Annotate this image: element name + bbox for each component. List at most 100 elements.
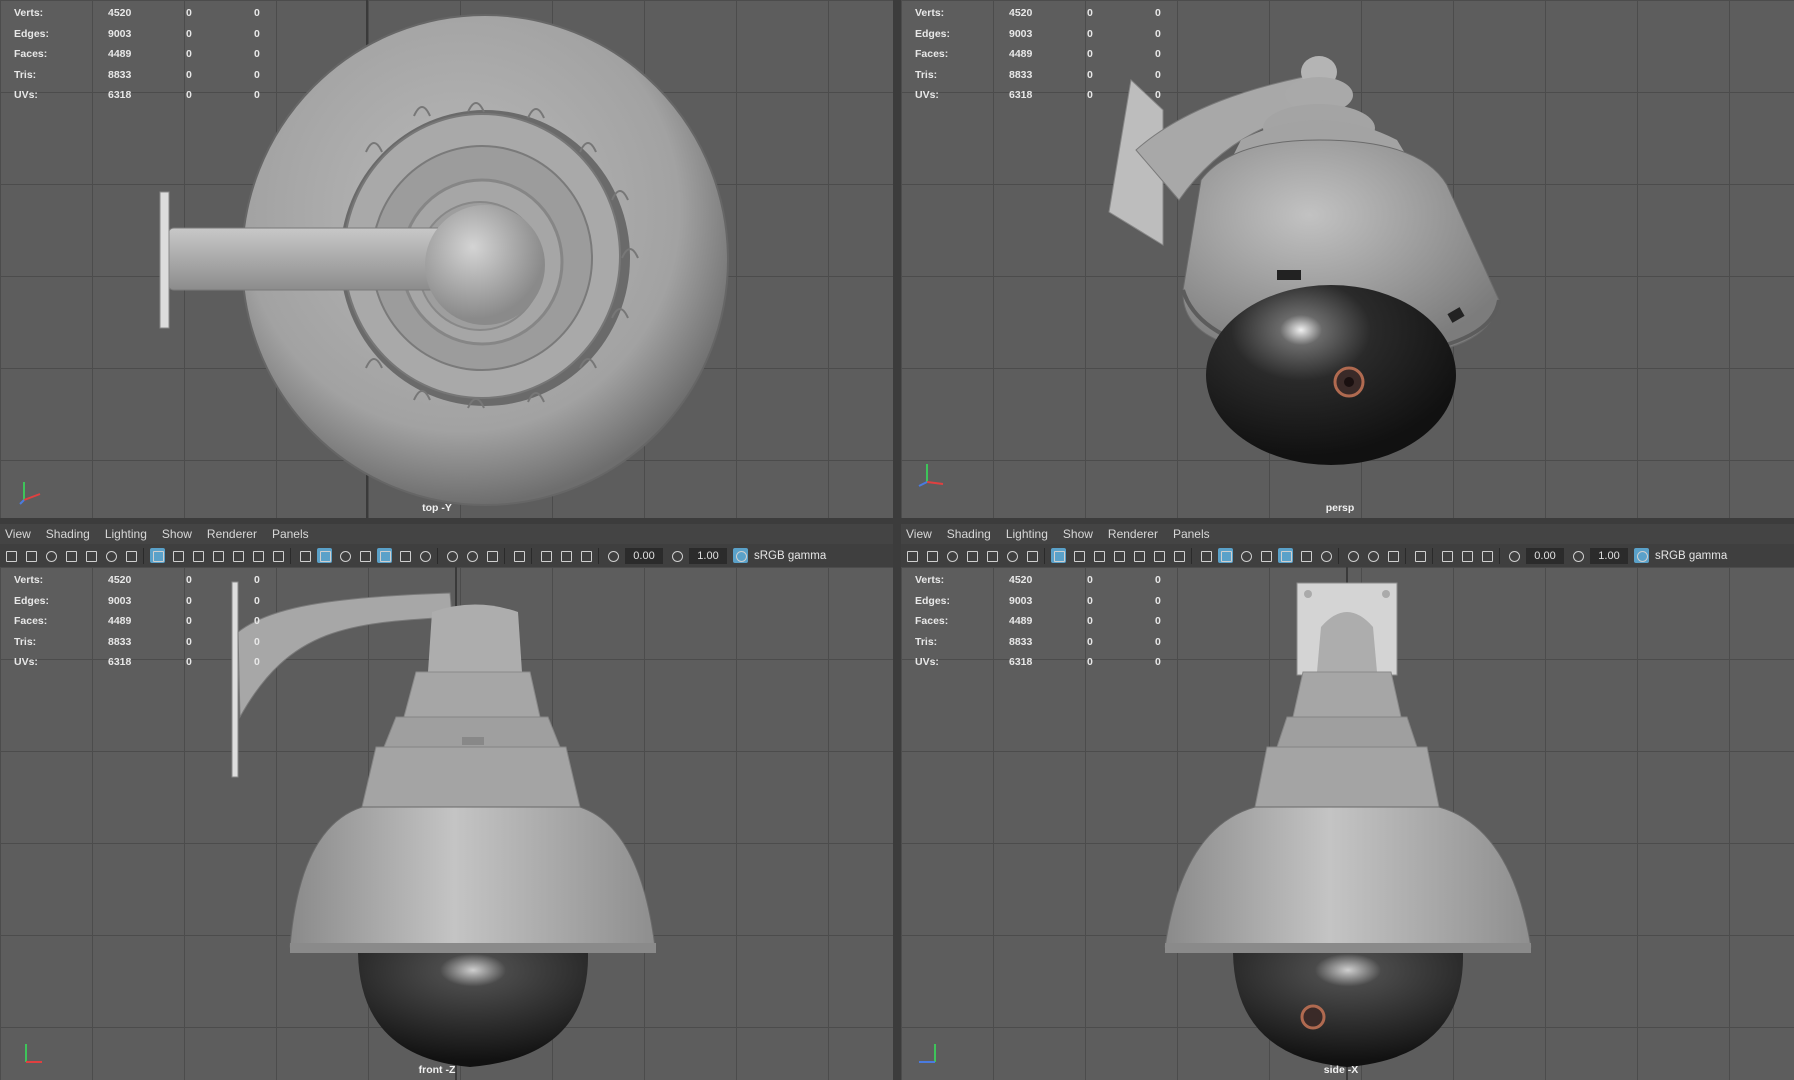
default-material-icon[interactable] [1238, 548, 1253, 563]
wireframe-icon[interactable] [1198, 548, 1213, 563]
wireframe-on-shaded-icon[interactable] [357, 548, 372, 563]
hud-label: Tris: [915, 635, 938, 648]
menu-show[interactable]: Show [1063, 527, 1093, 541]
resolution-gate-icon[interactable] [190, 548, 205, 563]
menu-view[interactable]: View [5, 527, 31, 541]
camera-attributes-icon[interactable] [23, 548, 38, 563]
hud-label: Edges: [14, 27, 50, 40]
color-space-label[interactable]: sRGB gamma [1655, 550, 1727, 562]
camera-attributes-icon[interactable] [924, 548, 939, 563]
field-chart-icon[interactable] [1131, 548, 1146, 563]
menu-view[interactable]: View [906, 527, 932, 541]
camera-select-icon[interactable] [3, 548, 18, 563]
two-d-pan-zoom-icon[interactable] [103, 548, 118, 563]
xray-components-icon[interactable] [1459, 548, 1474, 563]
menu-renderer[interactable]: Renderer [1108, 527, 1158, 541]
viewport-front[interactable]: Verts: 4520 0 0 Edges: 9003 0 0 Faces: 4489 0 0 T… [0, 567, 893, 1080]
hud-value: 0 [1155, 89, 1161, 102]
gamma-field[interactable]: 1.00 [1590, 547, 1628, 564]
backface-culling-icon[interactable] [1479, 548, 1494, 563]
safe-action-icon[interactable] [1151, 548, 1166, 563]
safe-action-icon[interactable] [250, 548, 265, 563]
viewport-side[interactable]: Verts: 4520 0 0 Edges: 9003 0 0 Faces: 4489 0 0 T… [901, 567, 1794, 1080]
lights-icon[interactable] [1298, 548, 1313, 563]
menu-show[interactable]: Show [162, 527, 192, 541]
shadows-icon[interactable] [1318, 548, 1333, 563]
gate-mask-icon[interactable] [210, 548, 225, 563]
menu-renderer[interactable]: Renderer [207, 527, 257, 541]
toolbar-separator [1338, 547, 1339, 564]
menu-shading[interactable]: Shading [947, 527, 991, 541]
backface-culling-icon[interactable] [578, 548, 593, 563]
safe-title-icon[interactable] [1171, 548, 1186, 563]
panel-bars-front: View Shading Lighting Show Renderer Pane… [0, 524, 893, 567]
panel-toolbar: 0.00 1.00 sRGB gamma [901, 544, 1794, 567]
menu-lighting[interactable]: Lighting [1006, 527, 1048, 541]
bookmark-icon[interactable] [43, 548, 58, 563]
hud-label: Faces: [14, 48, 48, 61]
ambient-occlusion-icon[interactable] [1345, 548, 1360, 563]
xray-icon[interactable] [511, 548, 526, 563]
hud-value: 9003 [1009, 594, 1033, 607]
gate-mask-icon[interactable] [1111, 548, 1126, 563]
image-plane-icon[interactable] [964, 548, 979, 563]
textured-icon[interactable] [1277, 548, 1293, 563]
film-gate-icon[interactable] [170, 548, 185, 563]
safe-title-icon[interactable] [270, 548, 285, 563]
gamma-icon[interactable] [1570, 548, 1585, 563]
motion-blur-icon[interactable] [464, 548, 479, 563]
default-material-icon[interactable] [337, 548, 352, 563]
grid-toggle-icon[interactable] [1050, 548, 1066, 563]
viewport-persp[interactable]: Verts: 4520 0 0 Edges: 9003 0 0 Faces: 4489 0 0 T… [901, 0, 1794, 518]
vertical-splitter[interactable] [893, 0, 901, 1080]
menu-lighting[interactable]: Lighting [105, 527, 147, 541]
menu-panels[interactable]: Panels [1173, 527, 1210, 541]
xray-joints-icon[interactable] [1439, 548, 1454, 563]
grid-toggle-icon[interactable] [149, 548, 165, 563]
viewport-top[interactable]: Verts: 4520 0 0 Edges: 9003 0 0 Faces: 4489 0 0 T… [0, 0, 893, 518]
xray-icon[interactable] [1412, 548, 1427, 563]
hud-value: 0 [254, 89, 260, 102]
anti-aliasing-icon[interactable] [1385, 548, 1400, 563]
image-plane-icon[interactable] [63, 548, 78, 563]
isolate-icon[interactable] [123, 548, 138, 563]
hud-label: Verts: [915, 574, 945, 586]
grease-pencil-icon[interactable] [984, 548, 999, 563]
color-management-icon[interactable] [1633, 548, 1649, 563]
hud-row-edges: Edges: 9003 0 0 [915, 591, 1161, 612]
grease-pencil-icon[interactable] [83, 548, 98, 563]
motion-blur-icon[interactable] [1365, 548, 1380, 563]
bookmark-icon[interactable] [944, 548, 959, 563]
hud-row-uvs: UVs: 6318 0 0 [14, 652, 260, 673]
gamma-icon[interactable] [669, 548, 684, 563]
exposure-icon[interactable] [1506, 548, 1521, 563]
horizontal-splitter[interactable] [0, 518, 1794, 524]
anti-aliasing-icon[interactable] [484, 548, 499, 563]
ambient-occlusion-icon[interactable] [444, 548, 459, 563]
xray-joints-icon[interactable] [538, 548, 553, 563]
menu-shading[interactable]: Shading [46, 527, 90, 541]
exposure-icon[interactable] [605, 548, 620, 563]
color-space-label[interactable]: sRGB gamma [754, 550, 826, 562]
gamma-field[interactable]: 1.00 [689, 547, 727, 564]
two-d-pan-zoom-icon[interactable] [1004, 548, 1019, 563]
exposure-field[interactable]: 0.00 [1526, 547, 1564, 564]
smooth-shade-icon[interactable] [1217, 548, 1233, 563]
shadows-icon[interactable] [417, 548, 432, 563]
field-chart-icon[interactable] [230, 548, 245, 563]
color-management-icon[interactable] [732, 548, 748, 563]
xray-components-icon[interactable] [558, 548, 573, 563]
textured-icon[interactable] [376, 548, 392, 563]
smooth-shade-icon[interactable] [316, 548, 332, 563]
poly-count-hud: Verts: 4520 0 0 Edges: 9003 0 0 Faces: 4489 0 0 T… [14, 3, 260, 106]
resolution-gate-icon[interactable] [1091, 548, 1106, 563]
camera-select-icon[interactable] [904, 548, 919, 563]
film-gate-icon[interactable] [1071, 548, 1086, 563]
wireframe-icon[interactable] [297, 548, 312, 563]
exposure-field[interactable]: 0.00 [625, 547, 663, 564]
isolate-icon[interactable] [1024, 548, 1039, 563]
lights-icon[interactable] [397, 548, 412, 563]
hud-value: 0 [186, 656, 192, 669]
menu-panels[interactable]: Panels [272, 527, 309, 541]
wireframe-on-shaded-icon[interactable] [1258, 548, 1273, 563]
